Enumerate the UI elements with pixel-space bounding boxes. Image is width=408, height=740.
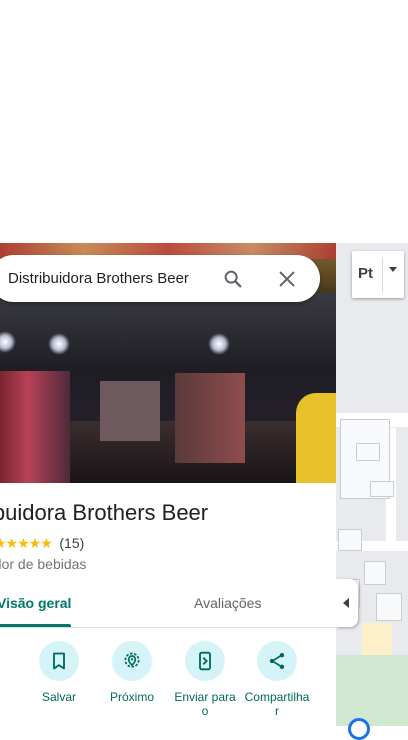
rating-row[interactable]: ★★★★★ (15)	[0, 535, 84, 552]
save-icon-circle	[39, 641, 79, 681]
share-button[interactable]: Compartilha r	[242, 641, 312, 726]
blank-area	[0, 0, 408, 243]
map-layer-button[interactable]: Pt	[352, 251, 404, 298]
tab-reviews[interactable]: Avaliações	[194, 595, 261, 611]
save-button[interactable]: Salvar	[24, 641, 94, 726]
bookmark-icon	[53, 652, 65, 670]
collapse-panel-button[interactable]	[336, 579, 358, 627]
nearby-button[interactable]: Próximo	[97, 641, 167, 726]
place-title: ibuidora Brothers Beer	[0, 500, 209, 525]
layer-label: Pt	[358, 265, 373, 282]
share-label: Compartilha r	[244, 690, 310, 718]
directions-label: s	[0, 690, 20, 704]
send-label: Enviar para o	[174, 690, 236, 718]
location-marker	[348, 718, 370, 740]
search-box[interactable]: Distribuidora Brothers Beer	[0, 255, 320, 302]
search-icon[interactable]	[222, 268, 244, 290]
nearby-icon	[124, 652, 140, 668]
share-icon-circle	[257, 641, 297, 681]
nearby-icon-circle	[112, 641, 152, 681]
active-tab-indicator	[0, 624, 71, 627]
send-icon-circle	[185, 641, 225, 681]
close-icon[interactable]	[276, 268, 298, 290]
layer-separator	[382, 257, 383, 292]
rating-stars: ★★★★★	[0, 535, 53, 551]
map-canvas[interactable]	[336, 243, 408, 726]
share-icon	[269, 653, 285, 669]
place-category[interactable]: edor de bebidas	[0, 556, 86, 572]
search-input[interactable]: Distribuidora Brothers Beer	[8, 270, 189, 287]
reviews-count[interactable]: (15)	[59, 535, 84, 551]
chevron-down-icon[interactable]	[389, 267, 397, 272]
chevron-left-icon	[343, 598, 349, 608]
send-to-phone-button[interactable]: Enviar para o	[170, 641, 240, 726]
send-to-phone-icon	[199, 651, 211, 671]
place-panel: Distribuidora Brothers Beer ibuidora Bro…	[0, 243, 336, 726]
save-label: Salvar	[41, 690, 76, 704]
tab-overview[interactable]: Visão geral	[0, 595, 71, 611]
place-tabs: Visão geral Avaliações	[0, 587, 336, 628]
nearby-label: Próximo	[109, 690, 154, 704]
